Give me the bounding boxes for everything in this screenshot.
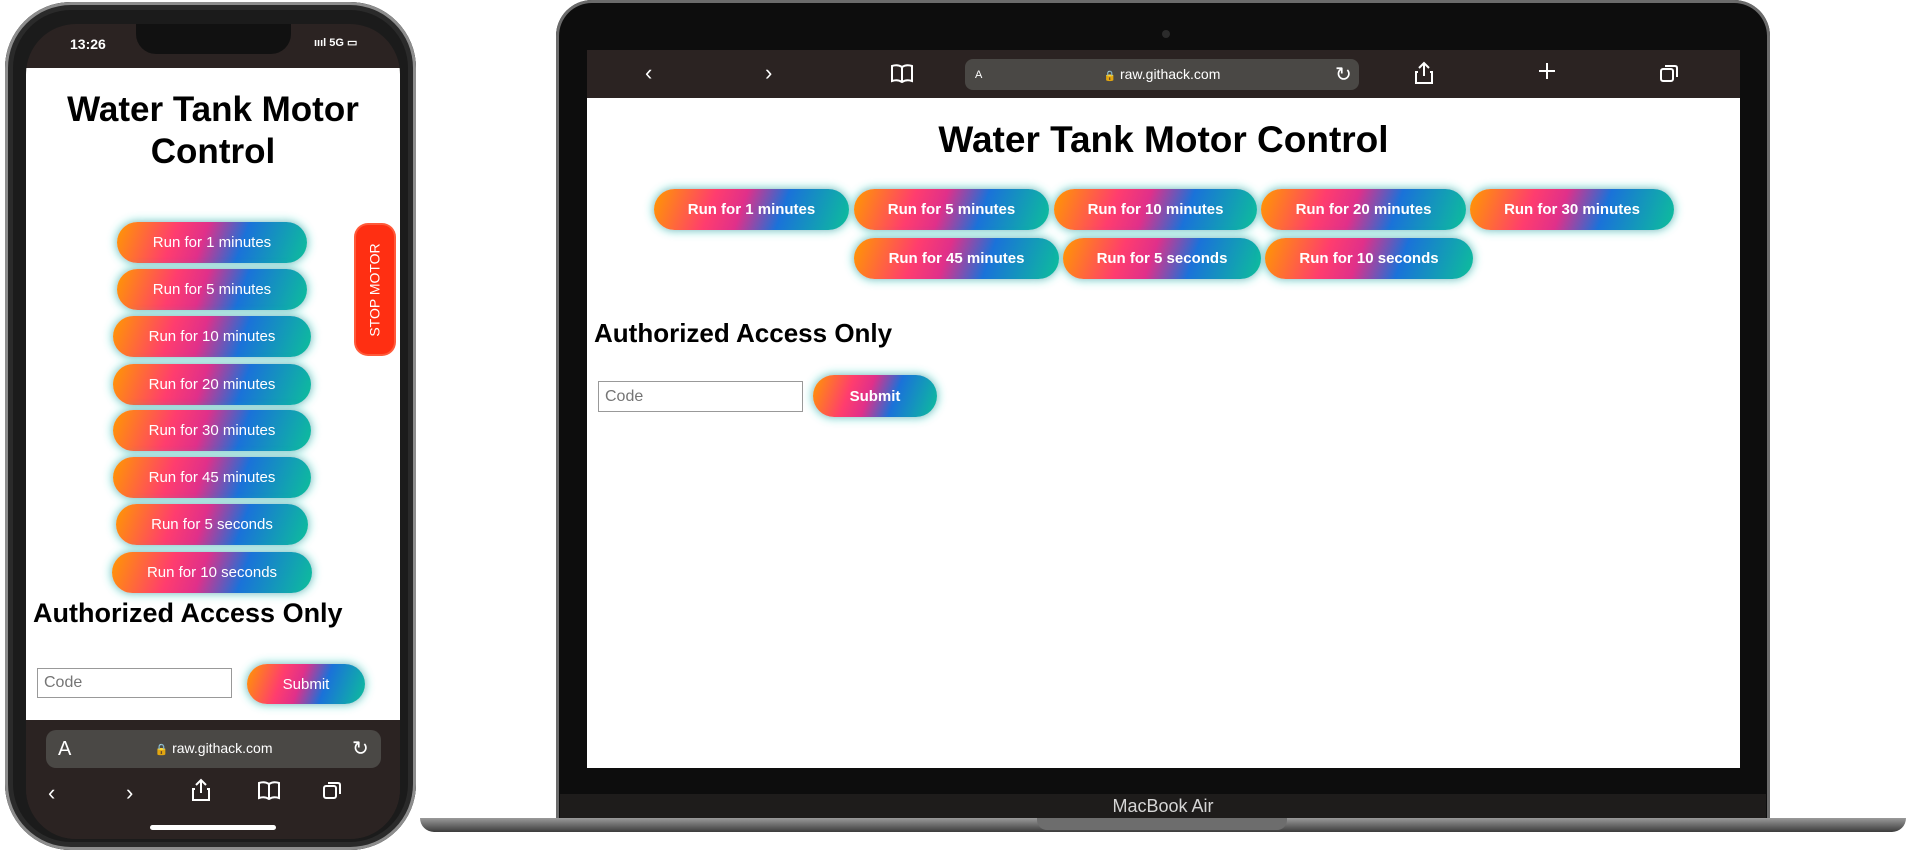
back-icon[interactable]: ‹	[645, 60, 652, 86]
home-indicator	[150, 825, 276, 830]
run-10-minutes-button[interactable]: Run for 10 minutes	[113, 316, 311, 357]
code-input[interactable]	[37, 668, 232, 698]
share-icon[interactable]	[191, 778, 211, 808]
run-10-seconds-button[interactable]: Run for 10 seconds	[112, 552, 312, 593]
stop-motor-label: STOP MOTOR	[367, 242, 384, 337]
run-5-seconds-button[interactable]: Run for 5 seconds	[116, 504, 308, 545]
back-icon[interactable]: ‹	[48, 780, 55, 806]
address-bar[interactable]: A 🔒 raw.githack.com ↻	[965, 59, 1359, 90]
run-45-minutes-button[interactable]: Run for 45 minutes	[854, 238, 1059, 279]
run-5-minutes-button[interactable]: Run for 5 minutes	[117, 269, 307, 310]
browser-toolbar: ‹ › A 🔒 raw.githack.com ↻	[587, 50, 1740, 98]
address-url: 🔒 raw.githack.com	[965, 66, 1359, 82]
auth-heading: Authorized Access Only	[33, 598, 343, 628]
phone-browser-bar: A 🔒 raw.githack.com ↻ ‹ ›	[26, 720, 400, 839]
laptop-hinge-notch	[1037, 818, 1287, 830]
run-5-seconds-button[interactable]: Run for 5 seconds	[1063, 238, 1261, 279]
tabs-icon[interactable]	[1659, 63, 1679, 89]
run-45-minutes-button[interactable]: Run for 45 minutes	[113, 457, 311, 498]
camera	[1162, 30, 1170, 38]
run-1-minute-button[interactable]: Run for 1 minutes	[654, 189, 849, 230]
address-url: 🔒 raw.githack.com	[46, 740, 381, 756]
stop-motor-button[interactable]: STOP MOTOR	[356, 225, 394, 354]
laptop-brand-label: MacBook Air	[1112, 796, 1214, 816]
status-time: 13:26	[70, 36, 106, 52]
reload-icon[interactable]: ↻	[352, 736, 369, 761]
status-icons: ıııl 5G ▭	[314, 37, 358, 49]
share-icon[interactable]	[1414, 61, 1434, 91]
run-10-minutes-button[interactable]: Run for 10 minutes	[1054, 189, 1257, 230]
page-title: Water Tank Motor Control	[67, 90, 359, 171]
run-20-minutes-button[interactable]: Run for 20 minutes	[1261, 189, 1466, 230]
lock-icon: 🔒	[154, 744, 169, 756]
phone-screen: 13:26 ıııl 5G ▭ Water Tank Motor Control…	[26, 24, 400, 839]
address-bar[interactable]: A 🔒 raw.githack.com ↻	[46, 730, 381, 768]
tabs-icon[interactable]	[322, 780, 342, 806]
code-input[interactable]	[598, 381, 803, 412]
submit-button[interactable]: Submit	[247, 664, 365, 704]
phone-page: Water Tank Motor Control Run for 1 minut…	[26, 68, 400, 720]
laptop-screen: ‹ › A 🔒 raw.githack.com ↻ Water Tank Mot…	[587, 50, 1740, 768]
phone-status-bar: 13:26 ıııl 5G ▭	[26, 24, 400, 68]
forward-icon[interactable]: ›	[765, 60, 772, 86]
laptop-page: Water Tank Motor Control Run for 1 minut…	[587, 98, 1740, 768]
run-30-minutes-button[interactable]: Run for 30 minutes	[1470, 189, 1674, 230]
url-text: raw.githack.com	[172, 740, 273, 756]
phone-notch	[136, 24, 291, 54]
run-30-minutes-button[interactable]: Run for 30 minutes	[113, 410, 311, 451]
submit-button[interactable]: Submit	[813, 375, 937, 417]
page-title: Water Tank Motor Control	[938, 119, 1389, 160]
run-20-minutes-button[interactable]: Run for 20 minutes	[113, 364, 311, 405]
url-text: raw.githack.com	[1119, 66, 1221, 82]
bookmarks-icon[interactable]	[258, 780, 280, 806]
run-5-minutes-button[interactable]: Run for 5 minutes	[854, 189, 1049, 230]
new-tab-icon[interactable]	[1537, 61, 1557, 87]
reload-icon[interactable]: ↻	[1335, 62, 1352, 87]
bookmarks-icon[interactable]	[891, 63, 913, 89]
run-1-minute-button[interactable]: Run for 1 minutes	[117, 222, 307, 263]
lock-icon: 🔒	[1103, 71, 1117, 82]
forward-icon[interactable]: ›	[126, 780, 133, 806]
run-10-seconds-button[interactable]: Run for 10 seconds	[1265, 238, 1473, 279]
auth-heading: Authorized Access Only	[594, 318, 893, 348]
